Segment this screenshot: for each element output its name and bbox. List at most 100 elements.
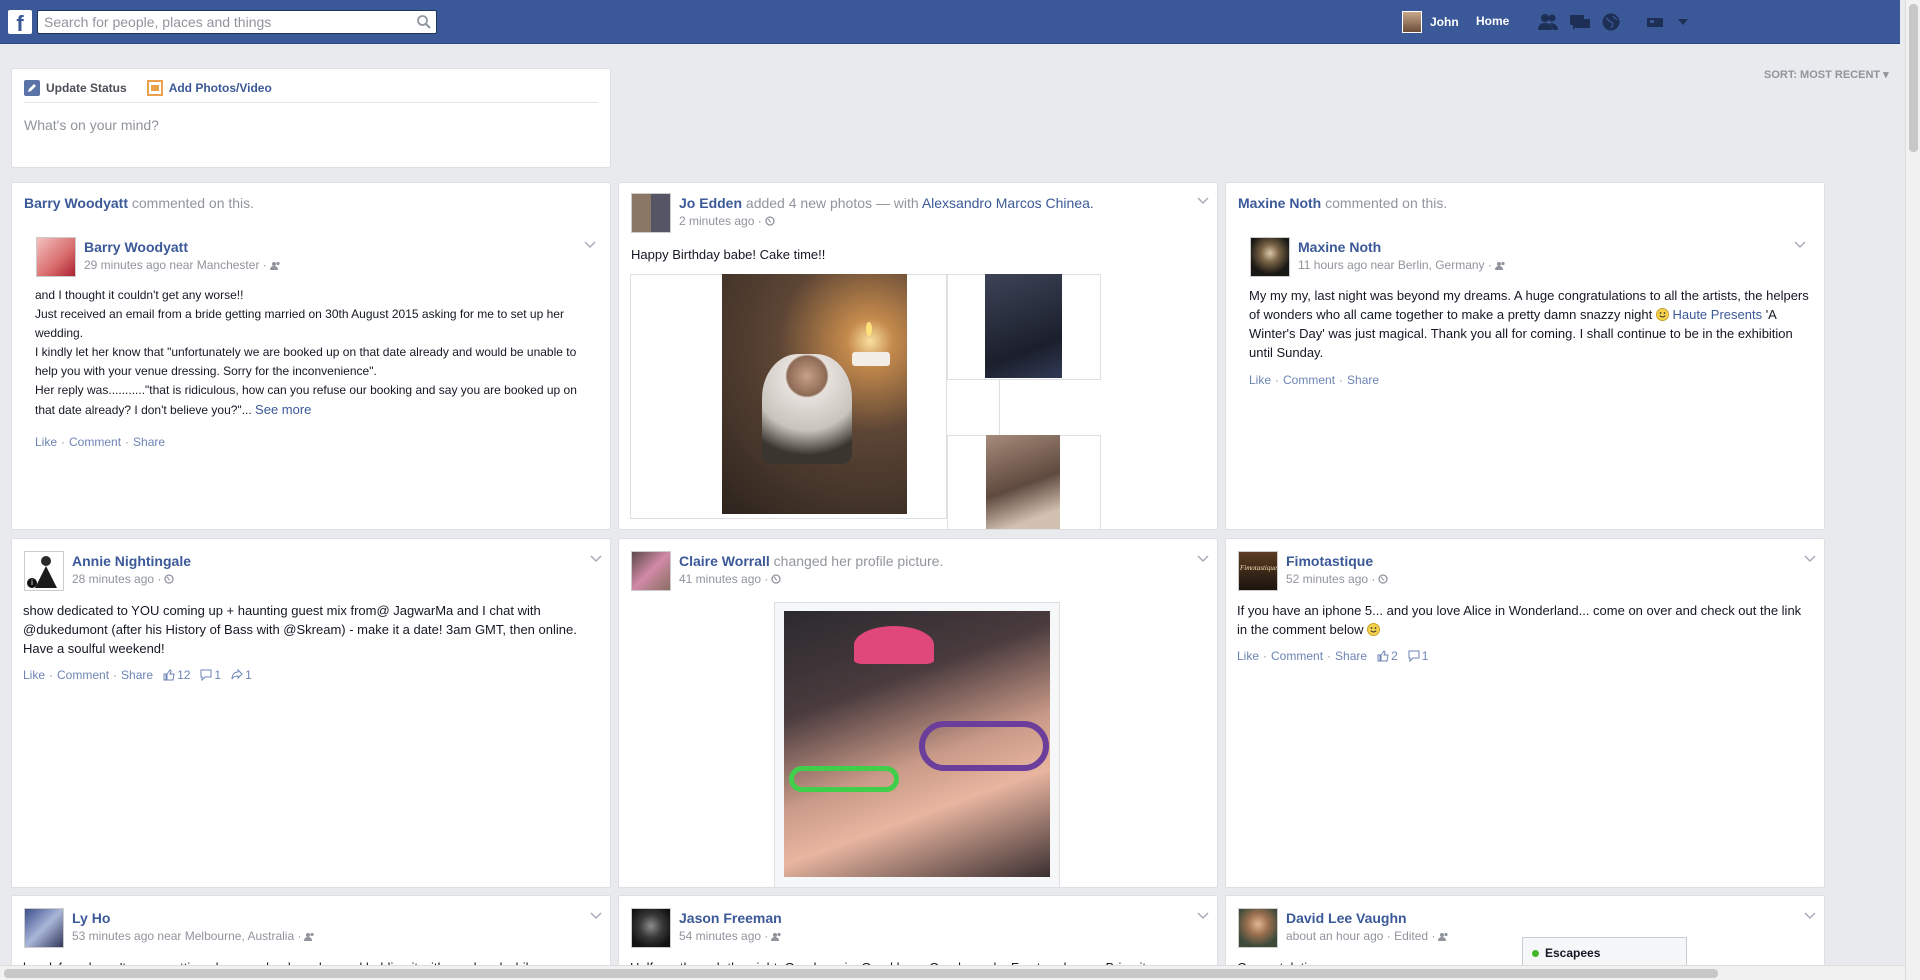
friends-audience-icon[interactable] — [771, 932, 782, 941]
add-photos-tab[interactable]: Add Photos/Video — [146, 79, 272, 97]
author-name[interactable]: Ly Ho — [72, 910, 315, 926]
sleeping-man-photo[interactable] — [985, 274, 1062, 378]
globe-icon[interactable] — [164, 574, 175, 584]
chevron-down-icon[interactable] — [1197, 912, 1209, 920]
chevron-down-icon[interactable] — [1804, 555, 1816, 563]
friend-requests-icon[interactable] — [1537, 13, 1559, 31]
share-link[interactable]: Share — [121, 668, 153, 682]
avatar[interactable] — [24, 908, 64, 948]
thumbs-up-icon — [1377, 650, 1389, 662]
photo-connector — [999, 380, 1000, 435]
scrollbar-thumb[interactable] — [4, 969, 1718, 978]
profile-picture-frame — [774, 602, 1060, 887]
author-name[interactable]: Barry Woodyatt — [84, 239, 281, 255]
avatar[interactable] — [631, 193, 671, 233]
avatar[interactable] — [631, 551, 671, 591]
search-icon[interactable] — [416, 14, 432, 30]
chat-tab-label: Escapees — [1545, 946, 1601, 960]
profile-link[interactable]: John — [1402, 11, 1459, 33]
post-timestamp[interactable]: 11 hours ago near Berlin, Germany · — [1298, 258, 1492, 272]
see-more-link[interactable]: See more — [255, 402, 311, 417]
friends-audience-icon[interactable] — [269, 261, 281, 270]
post-timestamp[interactable]: 53 minutes ago near Melbourne, Australia… — [72, 929, 301, 943]
notifications-globe-icon[interactable] — [1601, 12, 1621, 32]
story-actor-link[interactable]: Maxine Noth — [1238, 195, 1321, 211]
author-name[interactable]: Jason Freeman — [679, 910, 782, 926]
comment-link[interactable]: Comment — [1283, 373, 1335, 387]
post-timestamp[interactable]: 2 minutes ago · — [679, 214, 762, 228]
post-timestamp[interactable]: 52 minutes ago · — [1286, 572, 1375, 586]
search-input[interactable] — [38, 11, 408, 33]
author-name[interactable]: David Lee Vaughn — [1286, 910, 1449, 926]
birthday-cake-photo[interactable] — [722, 274, 907, 514]
chevron-down-icon[interactable] — [590, 555, 602, 563]
comments-count[interactable]: 1 — [1408, 649, 1428, 663]
share-link[interactable]: Share — [1347, 373, 1379, 387]
post-timestamp[interactable]: 28 minutes ago · — [72, 572, 161, 586]
globe-icon[interactable] — [771, 574, 782, 584]
friends-audience-icon[interactable] — [1438, 932, 1449, 941]
comment-link[interactable]: Comment — [57, 668, 109, 682]
avatar[interactable] — [36, 237, 76, 277]
chevron-down-icon[interactable] — [590, 912, 602, 920]
post-timestamp[interactable]: 54 minutes ago · — [679, 929, 768, 943]
story-actor-link[interactable]: Barry Woodyatt — [24, 195, 128, 211]
post-timestamp[interactable]: 29 minutes ago near Manchester · — [84, 258, 267, 272]
shares-count[interactable]: 1 — [231, 668, 252, 682]
avatar[interactable] — [1238, 908, 1278, 948]
share-link[interactable]: Share — [133, 435, 165, 449]
comments-count[interactable]: 1 — [200, 668, 221, 682]
post-timestamp[interactable]: about an hour ago · Edited · — [1286, 929, 1435, 943]
chevron-down-icon[interactable] — [1804, 912, 1816, 920]
home-link[interactable]: Home — [1476, 14, 1509, 28]
chevron-down-icon[interactable] — [1197, 197, 1209, 205]
avatar[interactable]: i — [24, 551, 64, 591]
facebook-logo[interactable]: f — [8, 10, 32, 34]
chevron-down-icon[interactable] — [1794, 241, 1806, 249]
author-link[interactable]: Jo Edden — [679, 195, 742, 211]
comment-link[interactable]: Comment — [1271, 649, 1323, 663]
chevron-down-icon[interactable] — [1197, 555, 1209, 563]
globe-icon[interactable] — [765, 216, 775, 226]
messages-icon[interactable] — [1569, 13, 1591, 31]
like-link[interactable]: Like — [35, 435, 57, 449]
author-name[interactable]: Annie Nightingale — [72, 553, 191, 569]
photo-frame — [947, 274, 1101, 380]
author-name[interactable]: Fimotastique — [1286, 553, 1388, 569]
share-link[interactable]: Share — [1335, 649, 1367, 663]
avatar[interactable]: Fimotastique — [1238, 551, 1278, 591]
share-arrow-icon — [231, 669, 243, 680]
profile-picture-photo[interactable] — [784, 611, 1050, 877]
comment-link[interactable]: Comment — [69, 435, 121, 449]
avatar[interactable] — [631, 908, 671, 948]
account-settings-chevron-icon[interactable] — [1677, 17, 1689, 27]
sort-dropdown[interactable]: SORT: MOST RECENT ▾ — [1764, 68, 1889, 81]
avatar[interactable] — [1250, 237, 1290, 277]
page-link[interactable]: Haute Presents — [1672, 307, 1762, 322]
post-timestamp[interactable]: 41 minutes ago · — [679, 572, 768, 586]
like-link[interactable]: Like — [1237, 649, 1259, 663]
story-action-text: added 4 new photos — with — [745, 195, 919, 211]
like-link[interactable]: Like — [1249, 373, 1271, 387]
chevron-down-icon[interactable] — [584, 241, 596, 249]
privacy-shortcuts-icon[interactable] — [1645, 13, 1667, 31]
globe-icon[interactable] — [1378, 574, 1389, 584]
author-link[interactable]: Claire Worrall — [679, 553, 770, 569]
likes-count[interactable]: 12 — [163, 668, 190, 682]
friends-audience-icon[interactable] — [1494, 261, 1506, 270]
pink-cap — [854, 626, 934, 664]
likes-count[interactable]: 2 — [1377, 649, 1398, 663]
top-navigation-bar: f John Home — [0, 0, 1900, 44]
post-text: My my my, last night was beyond my dream… — [1249, 286, 1809, 362]
friends-audience-icon[interactable] — [304, 932, 315, 941]
tagged-friend-link[interactable]: Alexsandro Marcos Chinea. — [922, 195, 1094, 211]
status-input[interactable]: What's on your mind? — [24, 117, 159, 133]
chat-tab-escapees[interactable]: Escapees — [1522, 937, 1687, 965]
horizontal-scrollbar[interactable] — [0, 965, 1905, 980]
people-photo[interactable] — [986, 435, 1060, 529]
vertical-scrollbar[interactable] — [1905, 0, 1920, 980]
scrollbar-thumb[interactable] — [1909, 4, 1918, 152]
like-link[interactable]: Like — [23, 668, 45, 682]
update-status-tab[interactable]: Update Status — [24, 79, 127, 97]
author-name[interactable]: Maxine Noth — [1298, 239, 1506, 255]
